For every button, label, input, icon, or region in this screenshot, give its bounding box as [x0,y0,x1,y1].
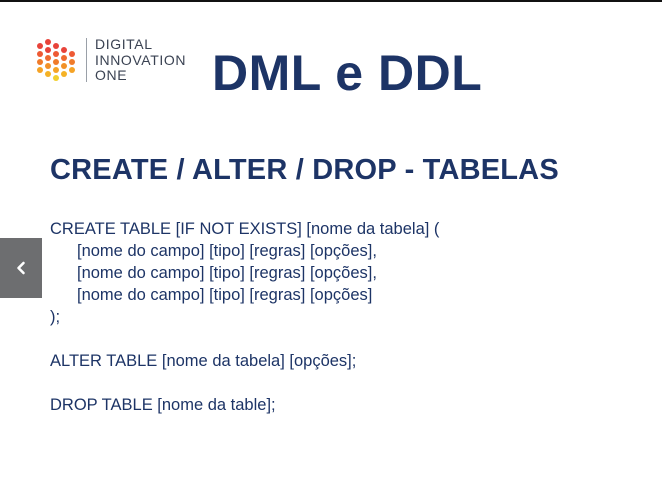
chevron-left-icon [17,261,25,275]
drop-table-line: DROP TABLE [nome da table]; [50,396,276,414]
logo-line-innovation: INNOVATION [95,51,187,68]
create-table-close-line: ); [50,308,61,326]
digital-innovation-one-logo: DIGITAL INNOVATION ONE [36,36,186,84]
slide-canvas: DIGITAL INNOVATION ONE DML e DDL CREATE … [0,2,662,491]
logo-line-one: ONE [95,67,128,83]
logo-divider [86,38,87,82]
logo-wordmark: DIGITAL INNOVATION ONE [95,36,187,84]
create-field-line-3: [nome do campo] [tipo] [regras] [opções] [77,286,373,304]
create-field-line-2: [nome do campo] [tipo] [regras] [opções]… [77,264,377,282]
slide-title: DML e DDL [212,45,483,101]
logo-line-digital: DIGITAL [95,36,153,52]
create-table-line: CREATE TABLE [IF NOT EXISTS] [nome da ta… [50,220,440,238]
create-field-line-1: [nome do campo] [tipo] [regras] [opções]… [77,242,377,260]
logo-dots-icon [37,39,75,81]
previous-slide-button[interactable] [0,238,42,298]
alter-table-line: ALTER TABLE [nome da tabela] [opções]; [50,352,357,370]
section-heading: CREATE / ALTER / DROP - TABELAS [50,154,559,186]
sql-syntax-block: CREATE TABLE [IF NOT EXISTS] [nome da ta… [50,218,439,416]
